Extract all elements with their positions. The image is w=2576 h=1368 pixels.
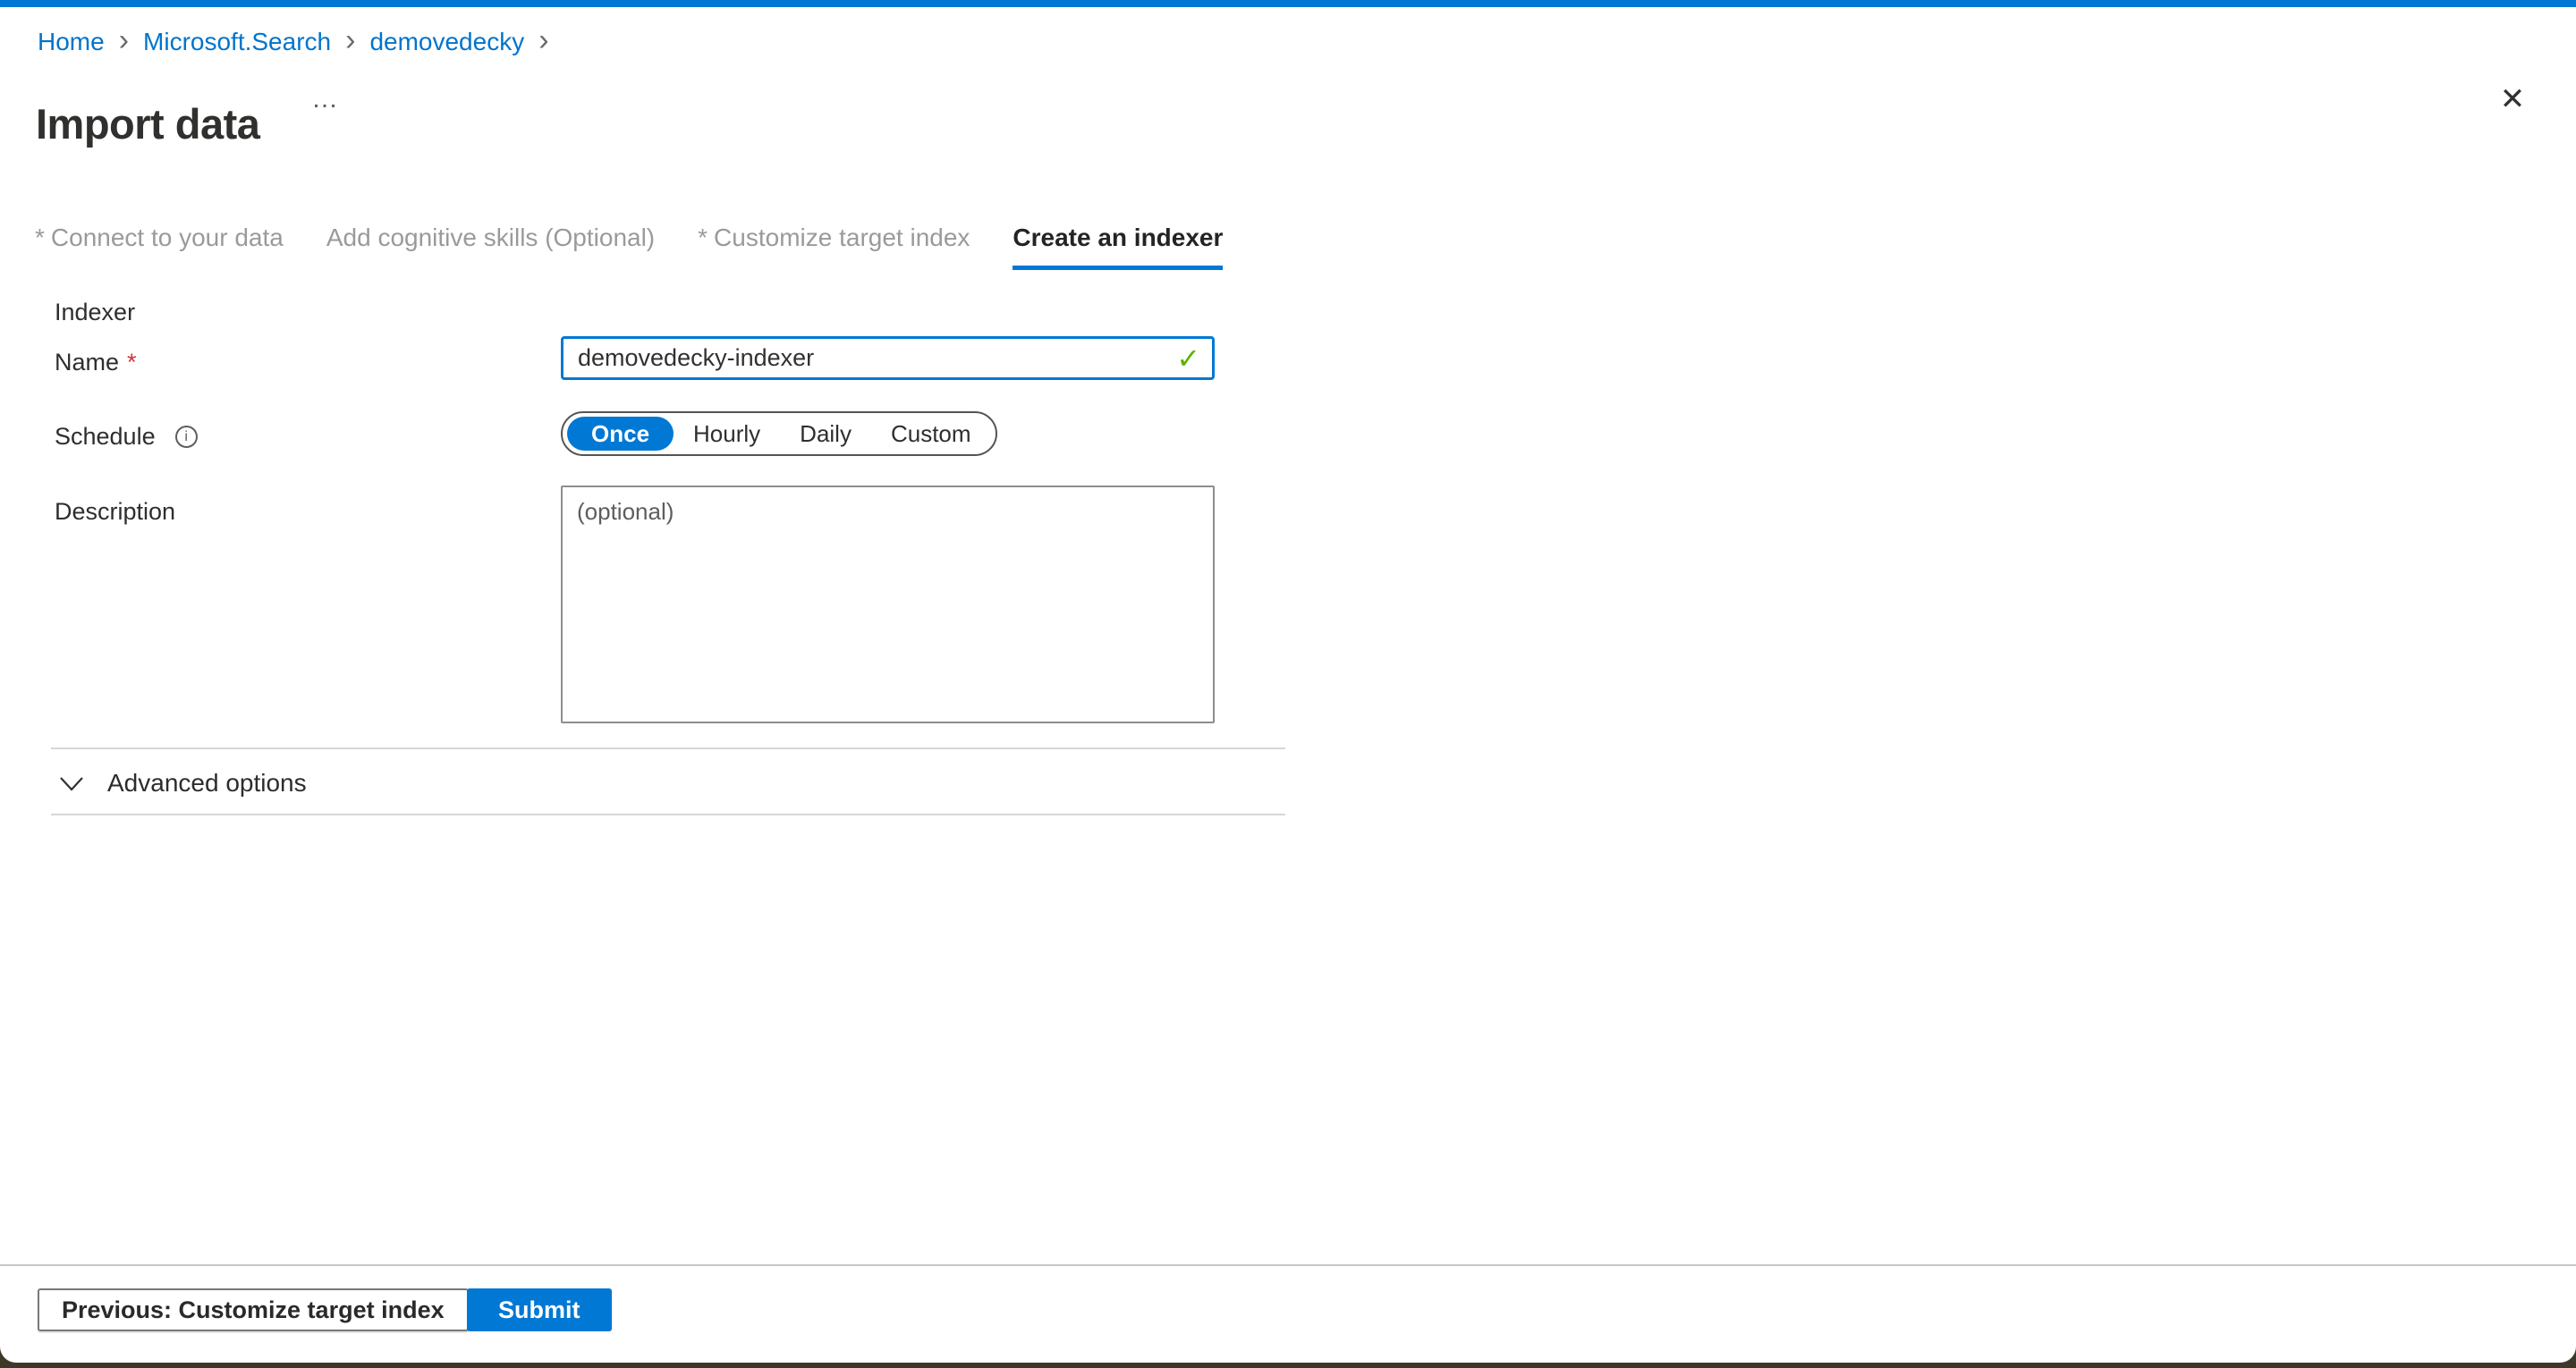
schedule-option-custom[interactable]: Custom xyxy=(871,417,991,451)
chevron-right-icon: › xyxy=(345,28,355,53)
required-marker: * xyxy=(35,223,45,253)
schedule-option-daily[interactable]: Daily xyxy=(780,417,871,451)
name-field-wrapper: ✓ xyxy=(561,336,1215,380)
description-textarea[interactable] xyxy=(561,486,1215,723)
tab-create-an-indexer[interactable]: Create an indexer xyxy=(1013,223,1223,270)
schedule-option-hourly[interactable]: Hourly xyxy=(674,417,780,451)
schedule-field-label: Schedule i xyxy=(55,423,198,451)
breadcrumb-link-demovedecky[interactable]: demovedecky xyxy=(369,28,524,56)
divider xyxy=(51,747,1285,749)
description-field-label: Description xyxy=(55,498,175,526)
name-label-text: Name xyxy=(55,349,119,376)
tab-label: Create an indexer xyxy=(1013,223,1223,253)
import-data-panel: Home › Microsoft.Search › demovedecky › … xyxy=(0,0,2576,1363)
schedule-label-text: Schedule xyxy=(55,423,156,451)
footer-divider xyxy=(0,1264,2576,1266)
tab-customize-target-index[interactable]: * Customize target index xyxy=(698,223,970,270)
schedule-option-once[interactable]: Once xyxy=(567,417,674,451)
breadcrumb-link-home[interactable]: Home xyxy=(38,28,105,56)
schedule-pill-group: Once Hourly Daily Custom xyxy=(561,411,997,456)
close-icon[interactable]: ✕ xyxy=(2488,75,2537,123)
page-title: Import data xyxy=(36,99,259,148)
tab-label: Customize target index xyxy=(714,223,970,253)
chevron-right-icon: › xyxy=(538,28,548,53)
more-options-icon[interactable]: … xyxy=(306,79,346,120)
tab-add-cognitive-skills[interactable]: Add cognitive skills (Optional) xyxy=(326,223,655,270)
chevron-right-icon: › xyxy=(119,28,129,53)
portal-accent-bar xyxy=(0,0,2576,7)
tab-label: Connect to your data xyxy=(51,223,284,253)
name-field-label: Name * xyxy=(55,349,137,376)
tab-connect-to-your-data[interactable]: * Connect to your data xyxy=(35,223,284,270)
advanced-options-label: Advanced options xyxy=(107,769,307,798)
advanced-options-toggle[interactable]: Advanced options xyxy=(59,769,307,798)
section-label-indexer: Indexer xyxy=(55,299,135,326)
chevron-down-icon xyxy=(59,776,84,791)
wizard-tabs: * Connect to your data Add cognitive ski… xyxy=(35,223,1223,270)
divider xyxy=(51,814,1285,815)
desktop-background: Home › Microsoft.Search › demovedecky › … xyxy=(0,0,2576,1368)
indexer-name-input[interactable] xyxy=(561,336,1215,380)
info-icon[interactable]: i xyxy=(175,426,198,448)
previous-step-button[interactable]: Previous: Customize target index xyxy=(38,1288,469,1331)
required-marker: * xyxy=(698,223,708,253)
breadcrumb: Home › Microsoft.Search › demovedecky › xyxy=(38,28,549,56)
submit-button[interactable]: Submit xyxy=(467,1288,612,1331)
breadcrumb-link-microsoft-search[interactable]: Microsoft.Search xyxy=(143,28,331,56)
required-asterisk: * xyxy=(127,349,137,376)
tab-label: Add cognitive skills (Optional) xyxy=(326,223,655,253)
